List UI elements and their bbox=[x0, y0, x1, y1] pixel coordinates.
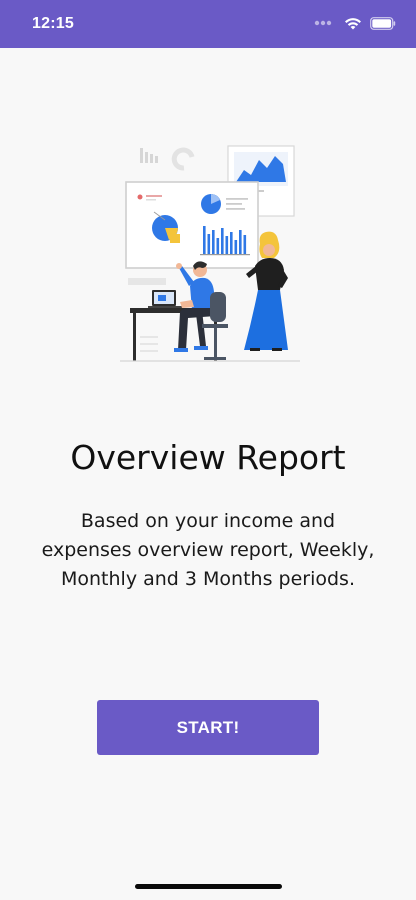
page-description: Based on your income and expenses overvi… bbox=[41, 510, 375, 590]
analytics-presentation-illustration bbox=[120, 145, 300, 362]
start-button[interactable]: START! bbox=[97, 700, 319, 755]
status-time: 12:15 bbox=[32, 15, 74, 32]
shelf-shape bbox=[128, 278, 166, 285]
main-chart-board bbox=[125, 181, 259, 269]
wifi-icon bbox=[345, 18, 361, 30]
home-indicator[interactable] bbox=[135, 884, 282, 889]
status-bar: 12:15 bbox=[0, 0, 416, 48]
signal-dots-icon bbox=[314, 20, 332, 26]
battery-icon bbox=[370, 16, 396, 30]
page-title: Overview Report bbox=[70, 438, 346, 477]
status-icons bbox=[314, 16, 396, 30]
background-bars-icon bbox=[140, 148, 158, 163]
background-donut-icon bbox=[171, 147, 195, 171]
